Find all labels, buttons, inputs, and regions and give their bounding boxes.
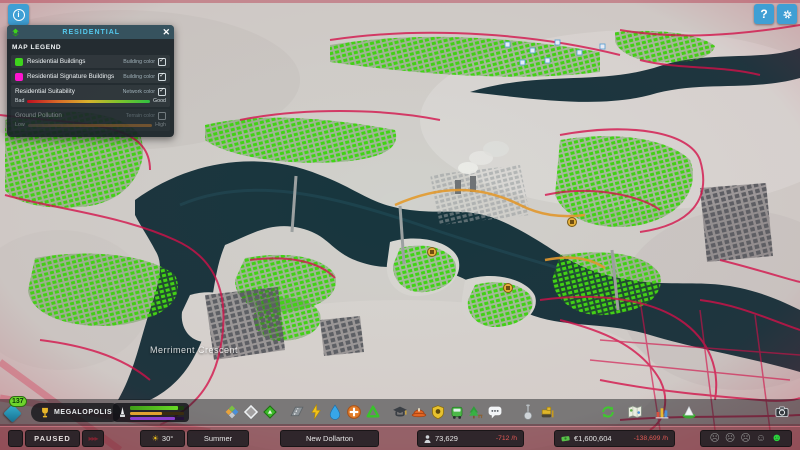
temperature-indicator[interactable]: ☀ 30° bbox=[140, 430, 185, 447]
person-icon bbox=[424, 434, 431, 443]
legend-label: Residential Suitability bbox=[15, 88, 75, 95]
panel-title: RESIDENTIAL bbox=[62, 28, 121, 36]
roads-icon[interactable] bbox=[287, 402, 306, 422]
fire-rescue-icon[interactable] bbox=[409, 402, 428, 422]
treasury-value: €1,600,604 bbox=[574, 434, 612, 443]
network-color-checkbox[interactable] bbox=[158, 87, 166, 96]
city-name-button[interactable]: New Dollarton bbox=[280, 430, 379, 447]
pause-button[interactable] bbox=[8, 430, 23, 447]
garbage-icon[interactable] bbox=[363, 402, 382, 422]
electricity-icon[interactable] bbox=[306, 402, 325, 422]
neutral-face-icon: ☺ bbox=[755, 432, 766, 444]
terrain-color-checkbox[interactable] bbox=[158, 111, 166, 120]
scale-max-label: Good bbox=[153, 98, 166, 104]
scale-max-label: High bbox=[155, 122, 166, 128]
channel-label: Terrain color bbox=[125, 112, 155, 119]
speed-controls[interactable]: ▸▸▸ bbox=[82, 430, 104, 447]
season-indicator: Summer bbox=[187, 430, 249, 447]
communications-icon[interactable] bbox=[485, 402, 504, 422]
map-legend-panel: RESIDENTIAL ✕ MAP LEGEND Residential Bui… bbox=[7, 25, 174, 137]
landscaping-icon[interactable] bbox=[518, 402, 537, 422]
channel-label: Network color bbox=[122, 88, 155, 95]
building-color-checkbox[interactable] bbox=[158, 57, 166, 66]
district-label: Merriment Crescent bbox=[150, 345, 239, 355]
neutral-face-icon: ☹ bbox=[740, 432, 751, 444]
legend-label: Residential Buildings bbox=[27, 58, 86, 65]
level-badge[interactable]: 137 bbox=[9, 396, 27, 407]
info-icon: i bbox=[12, 8, 25, 21]
police-icon[interactable] bbox=[428, 402, 447, 422]
areas-icon[interactable] bbox=[241, 402, 260, 422]
happy-face-icon: ☻ bbox=[770, 432, 783, 444]
legend-row-suitability: Residential Suitability Network color Ba… bbox=[11, 85, 170, 107]
treasury-trend: -138,699 /h bbox=[633, 435, 668, 442]
channel-label: Building color bbox=[123, 58, 155, 65]
top-red-strip bbox=[0, 0, 800, 3]
population-value: 73,629 bbox=[435, 434, 458, 443]
statistics-icon[interactable] bbox=[652, 402, 671, 422]
legend-label: Ground Pollution bbox=[15, 112, 62, 119]
settings-button[interactable] bbox=[777, 4, 797, 24]
photo-mode-icon[interactable] bbox=[772, 402, 791, 422]
info-views-button[interactable]: i bbox=[8, 4, 29, 25]
milestone-label: MEGALOPOLIS bbox=[54, 409, 113, 416]
zones-icon[interactable] bbox=[222, 402, 241, 422]
status-bar: PAUSED ▸▸▸ ☀ 30° Summer New Dollarton 73… bbox=[0, 427, 800, 450]
signature-buildings-icon[interactable] bbox=[260, 402, 279, 422]
panel-header: RESIDENTIAL ✕ bbox=[7, 25, 174, 39]
water-icon[interactable] bbox=[325, 402, 344, 422]
temperature-value: 30° bbox=[161, 434, 174, 443]
trophy-icon bbox=[42, 407, 48, 418]
help-button[interactable]: ? bbox=[754, 4, 774, 24]
residential-icon bbox=[12, 28, 19, 36]
bulldozer-icon[interactable] bbox=[537, 402, 556, 422]
legend-row-signature-buildings: Residential Signature Buildings Building… bbox=[11, 70, 170, 83]
happiness-indicator[interactable]: ☹ ☹ ☹ ☺ ☻ bbox=[700, 430, 792, 447]
treasury-indicator[interactable]: €1,600,604 -138,699 /h bbox=[554, 430, 675, 447]
economy-icon[interactable] bbox=[598, 402, 617, 422]
education-icon[interactable] bbox=[390, 402, 409, 422]
scale-min-label: Bad bbox=[15, 98, 25, 104]
toolbar-icons bbox=[222, 402, 698, 422]
paused-label: PAUSED bbox=[25, 430, 80, 447]
green-swatch bbox=[15, 57, 23, 66]
question-icon: ? bbox=[760, 7, 768, 21]
suitability-gradient-bar bbox=[27, 99, 151, 103]
parks-recreation-icon[interactable] bbox=[466, 402, 485, 422]
sad-face-icon: ☹ bbox=[724, 432, 736, 444]
green-progress-bar bbox=[130, 405, 184, 410]
sun-icon: ☀ bbox=[151, 434, 159, 443]
progression-bars[interactable] bbox=[113, 403, 189, 422]
legend-row-ground-pollution: Ground Pollution Terrain color Low High bbox=[11, 109, 170, 131]
monument-icon bbox=[120, 407, 125, 417]
gear-icon bbox=[782, 9, 792, 19]
city-map-icon[interactable] bbox=[625, 402, 644, 422]
pollution-gradient-bar bbox=[27, 123, 153, 127]
building-color-checkbox[interactable] bbox=[158, 72, 166, 81]
money-icon bbox=[561, 436, 570, 442]
milestone-button[interactable]: MEGALOPOLIS bbox=[31, 403, 122, 422]
population-indicator[interactable]: 73,629 -712 /h bbox=[417, 430, 524, 447]
photo-mode-slot bbox=[772, 402, 791, 422]
healthcare-icon[interactable] bbox=[344, 402, 363, 422]
scale-min-label: Low bbox=[15, 122, 25, 128]
population-trend: -712 /h bbox=[495, 435, 517, 442]
channel-label: Building color bbox=[123, 73, 155, 80]
game-screen: Merriment Crescent i ? RESIDENTIAL ✕ MAP… bbox=[0, 0, 800, 450]
magenta-swatch bbox=[15, 72, 23, 81]
close-icon[interactable]: ✕ bbox=[162, 27, 170, 37]
sad-face-icon: ☹ bbox=[709, 432, 720, 444]
legend-row-residential-buildings: Residential Buildings Building color bbox=[11, 55, 170, 68]
map-legend-heading: MAP LEGEND bbox=[12, 44, 62, 51]
orange-progress-bar bbox=[130, 411, 184, 415]
transportation-icon[interactable] bbox=[447, 402, 466, 422]
legend-label: Residential Signature Buildings bbox=[27, 73, 115, 80]
natural-resources-icon[interactable] bbox=[679, 402, 698, 422]
purple-progress-bar bbox=[130, 416, 184, 420]
